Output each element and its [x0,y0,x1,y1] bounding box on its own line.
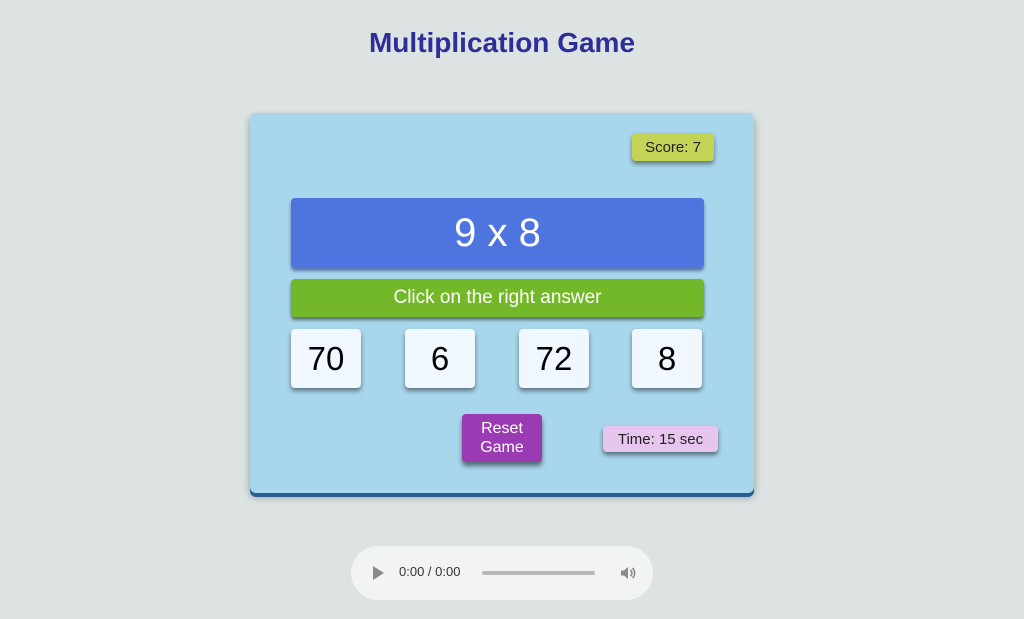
time-remaining-display: Time: 15 sec [603,426,718,452]
score-display: Score: 7 [632,133,714,161]
page-title: Multiplication Game [368,27,636,58]
answer-choice-3[interactable]: 72 [519,329,589,388]
audio-progress-bar[interactable] [482,571,595,575]
answer-choice-2[interactable]: 6 [405,329,475,388]
reset-game-button[interactable]: Reset Game [462,414,542,462]
play-icon[interactable] [373,566,384,580]
question-display: 9 x 8 [291,198,704,268]
volume-icon[interactable] [619,564,637,582]
audio-player: 0:00 / 0:00 [351,546,653,600]
answer-choice-1[interactable]: 70 [291,329,361,388]
instruction-banner: Click on the right answer [291,279,704,317]
answer-choice-4[interactable]: 8 [632,329,702,388]
game-container: Score: 7 9 x 8 Click on the right answer… [250,113,754,493]
audio-time-readout: 0:00 / 0:00 [399,564,461,579]
